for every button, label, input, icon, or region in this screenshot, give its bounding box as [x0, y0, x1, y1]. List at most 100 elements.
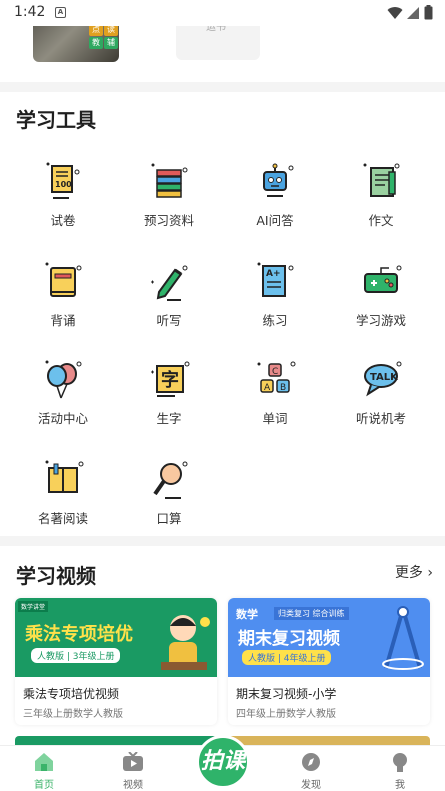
talk-bubble-icon: TALK: [364, 361, 402, 397]
banner-corner: 数学讲堂: [18, 601, 49, 612]
tool-label: 名著阅读: [37, 511, 88, 526]
thumb-tag: 点: [89, 26, 103, 36]
featured-placeholder[interactable]: 运书: [176, 26, 260, 60]
compass-illustration: [382, 606, 424, 670]
tool-practice[interactable]: A+ 练习: [220, 260, 330, 350]
banner-tag: 人教版 | 4年级上册: [242, 650, 332, 665]
signal-icon: [407, 6, 419, 19]
tab-label: 视频: [123, 780, 143, 791]
tab-label: 我: [395, 780, 405, 791]
tool-label: 学习游戏: [355, 313, 406, 328]
banner-tag: 人教版 | 3年级上册: [31, 648, 121, 663]
magnifier-icon: [153, 461, 188, 499]
svg-text:100: 100: [55, 180, 72, 189]
tool-activity-center[interactable]: 活动中心: [8, 358, 118, 448]
tool-label: 听说机考: [355, 411, 406, 426]
featured-card-strip: 点 读 教 辅 运书: [0, 26, 445, 82]
tool-label: 预习资料: [143, 213, 194, 228]
video-title: 乘法专项培优视频: [23, 687, 120, 701]
learning-videos-section: 学习视频 更多 › 数学讲堂 乘法专项培优 人教版 | 3年级上册 乘法专项培优…: [0, 546, 445, 746]
learning-tools-section: 学习工具 100 试卷 预习资料 AI问答 作文 背诵 听写 A+ 练习 学习游…: [0, 92, 445, 536]
video-banner: 数学讲堂 乘法专项培优 人教版 | 3年级上册: [15, 598, 217, 677]
wifi-icon: [387, 6, 403, 19]
letter-blocks-icon: CA B: [257, 361, 296, 393]
tool-label: 背诵: [50, 313, 76, 328]
more-label: 更多: [394, 565, 423, 581]
status-bar: 1:42 A: [0, 0, 445, 26]
tool-dictation[interactable]: 听写: [114, 260, 224, 350]
tab-discover[interactable]: 发现: [281, 750, 341, 791]
battery-icon: [424, 5, 433, 20]
tool-label: AI问答: [256, 213, 294, 228]
practice-paper-icon: A+: [257, 262, 294, 297]
student-illustration: [161, 615, 210, 670]
tool-classics-reading[interactable]: 名著阅读: [8, 458, 118, 548]
user-icon: [393, 753, 407, 772]
video-title: 期末复习视频-小学: [236, 687, 337, 701]
tool-mental-math[interactable]: 口算: [114, 458, 224, 548]
character-card-icon: 字: [151, 361, 190, 397]
tab-video[interactable]: 视频: [103, 750, 163, 791]
tool-label: 活动中心: [37, 411, 88, 426]
thumb-tag: 教: [89, 37, 103, 49]
compass-icon: [302, 753, 320, 771]
tv-icon: [123, 752, 143, 771]
notification-icon: A: [55, 7, 66, 18]
chevron-right-icon: ›: [422, 565, 433, 581]
tab-label: 发现: [301, 780, 321, 791]
tab-me[interactable]: 我: [370, 750, 430, 791]
tool-label: 练习: [262, 313, 288, 328]
open-book-icon: [45, 460, 84, 493]
video-card[interactable]: 数学 归类复习 综合训练 期末复习视频 人教版 | 4年级上册 期末复习视频-小…: [228, 598, 430, 725]
pencil-icon: [151, 265, 188, 301]
tool-label: 试卷: [50, 213, 76, 228]
essay-icon: [363, 163, 400, 197]
status-time: 1:42: [14, 4, 46, 20]
tool-words[interactable]: CAB 单词: [220, 358, 330, 448]
robot-icon: [263, 163, 294, 197]
svg-text:字: 字: [161, 369, 179, 391]
snap-class-button[interactable]: 拍课: [196, 735, 250, 789]
banner-title: 期末复习视频: [238, 629, 340, 649]
tool-label: 作文: [368, 213, 394, 228]
more-link[interactable]: 更多 ›: [395, 562, 433, 582]
banner-sub: 归类复习 综合训练: [274, 607, 349, 620]
balloons-icon: [45, 360, 82, 399]
video-card[interactable]: 数学讲堂 乘法专项培优 人教版 | 3年级上册 乘法专项培优视频 三年级上册数学…: [15, 598, 217, 725]
video-subtitle: 三年级上册数学人教版: [23, 709, 123, 720]
tool-label: 单词: [262, 411, 288, 426]
svg-text:TALK: TALK: [370, 372, 399, 383]
banner-title: 乘法专项培优: [25, 624, 133, 645]
featured-thumbnail[interactable]: 点 读 教 辅: [33, 26, 119, 62]
svg-text:C: C: [272, 367, 278, 377]
thumb-tag: 读: [104, 26, 118, 36]
tab-home[interactable]: 首页: [14, 750, 74, 791]
status-icons: [387, 5, 433, 20]
svg-text:B: B: [280, 383, 286, 393]
tool-preview[interactable]: 预习资料: [114, 160, 224, 250]
tab-label: 首页: [34, 780, 54, 791]
section-title: 学习工具: [16, 108, 96, 132]
exam-paper-icon: 100: [46, 162, 80, 199]
gamepad-icon: [364, 265, 402, 293]
recite-book-icon: [45, 262, 82, 297]
tool-learning-games[interactable]: 学习游戏: [326, 260, 436, 350]
tool-label: 听写: [156, 313, 182, 328]
tool-label: 口算: [156, 511, 182, 526]
tool-exam[interactable]: 100 试卷: [8, 160, 118, 250]
placeholder-text: 运书: [206, 26, 226, 33]
tool-listening-speaking-test[interactable]: TALK 听说机考: [326, 358, 436, 448]
tool-recite[interactable]: 背诵: [8, 260, 118, 350]
svg-text:A+: A+: [266, 269, 281, 279]
tool-essay[interactable]: 作文: [326, 160, 436, 250]
banner-corner: 数学: [236, 608, 258, 621]
video-subtitle: 四年级上册数学人教版: [236, 709, 336, 720]
svg-text:A: A: [264, 383, 271, 393]
tool-label: 生字: [156, 411, 182, 426]
home-icon: [35, 753, 53, 771]
section-title: 学习视频: [16, 564, 96, 588]
tool-characters[interactable]: 字 生字: [114, 358, 224, 448]
thumb-tag: 辅: [104, 37, 118, 49]
video-banner: 数学 归类复习 综合训练 期末复习视频 人教版 | 4年级上册: [228, 598, 430, 677]
tool-ai-qa[interactable]: AI问答: [220, 160, 330, 250]
